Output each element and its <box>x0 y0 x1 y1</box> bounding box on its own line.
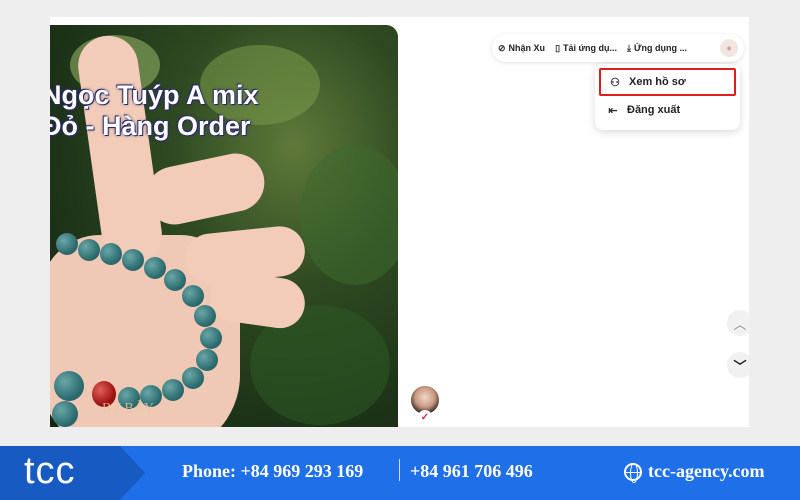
download-icon: ⤓ <box>627 42 632 53</box>
logout-menu-item[interactable]: ⇤ Đăng xuất <box>599 96 736 124</box>
footer-divider <box>399 459 400 481</box>
earn-coins-link[interactable]: ⊘ Nhận Xu <box>498 43 545 54</box>
app-label: Ứng dụng ... <box>634 43 687 53</box>
finger <box>140 148 270 230</box>
earn-coins-label: Nhận Xu <box>508 43 546 53</box>
video-caption-line1: Ngọc Tuýp A mix <box>50 80 259 110</box>
chevron-down-icon: ﹀ <box>733 358 747 374</box>
footer-website: tcc-agency.com <box>648 461 765 481</box>
avatar-icon: ◉ <box>726 45 732 52</box>
download-app-label: Tải ứng dụ... <box>563 43 618 53</box>
chevron-up-icon: ︿ <box>733 316 747 332</box>
previous-video-button[interactable]: ︿ <box>727 310 749 336</box>
footer-banner: tcc Phone: +84 969 293 169 +84 961 706 4… <box>0 446 800 500</box>
view-profile-menu-item[interactable]: ⚇ Xem hồ sơ <box>599 68 736 96</box>
profile-avatar-button[interactable]: ◉ <box>720 39 738 57</box>
follow-check-icon[interactable]: ✓ <box>418 410 432 424</box>
phone-icon: ▯ <box>555 42 561 53</box>
coin-icon: ⊘ <box>498 42 506 53</box>
top-action-bar: ⊘ Nhận Xu ▯ Tải ứng dụ... ⤓ Ứng dụng ...… <box>492 34 744 62</box>
app-frame: Ngọc Tuýp A mix Đỏ - Hàng Order BY BẢY ⊘… <box>50 17 749 427</box>
footer-phone-1: Phone: +84 969 293 169 <box>182 461 364 481</box>
footer-phone-2: +84 961 706 496 <box>410 461 533 481</box>
app-link[interactable]: ⤓ Ứng dụng ... <box>627 43 687 54</box>
background-foliage <box>300 145 398 285</box>
logout-label: Đăng xuất <box>627 104 681 116</box>
profile-dropdown-menu: ⚇ Xem hồ sơ ⇤ Đăng xuất <box>595 64 740 130</box>
globe-icon <box>624 463 642 483</box>
tcc-logo: tcc <box>24 450 76 492</box>
download-app-link[interactable]: ▯ Tải ứng dụ... <box>555 43 617 54</box>
video-caption-line2: Đỏ - Hàng Order <box>50 111 251 141</box>
user-icon: ⚇ <box>610 76 620 89</box>
video-watermark: BY BẢY <box>102 401 154 416</box>
video-player[interactable]: Ngọc Tuýp A mix Đỏ - Hàng Order BY BẢY <box>50 25 398 427</box>
next-video-button[interactable]: ﹀ <box>727 352 749 378</box>
logout-icon: ⇤ <box>608 104 618 117</box>
view-profile-label: Xem hồ sơ <box>629 76 686 88</box>
